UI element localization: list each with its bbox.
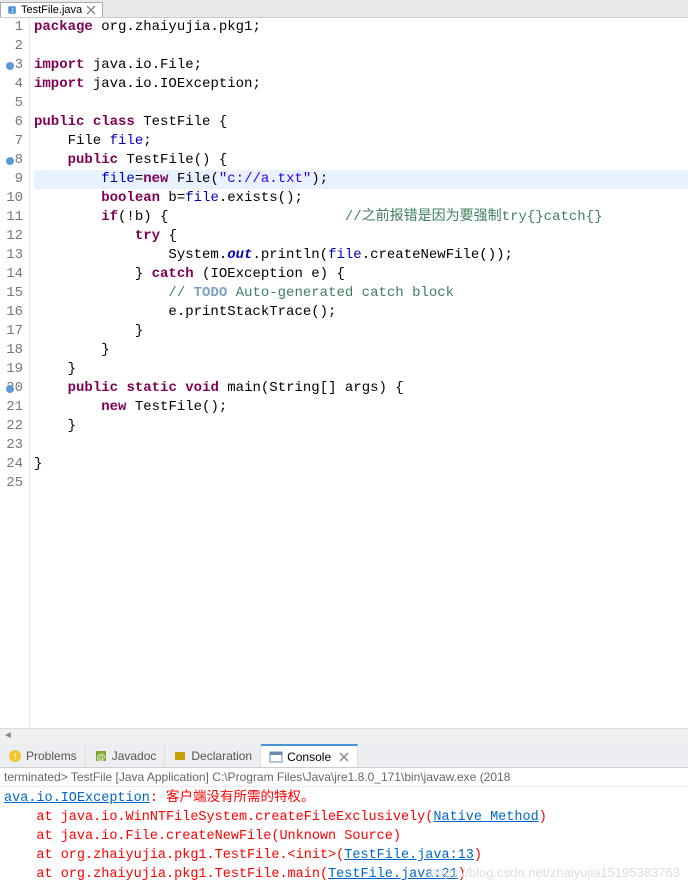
code-line[interactable]: try { xyxy=(34,227,688,246)
line-number: 23 xyxy=(0,436,23,455)
tab-title: TestFile.java xyxy=(21,4,82,16)
declaration-icon xyxy=(173,749,187,763)
line-number: 24 xyxy=(0,455,23,474)
code-line[interactable]: // TODO Auto-generated catch block xyxy=(34,284,688,303)
gutter-annotation xyxy=(6,62,14,70)
code-line[interactable] xyxy=(34,474,688,493)
code-line[interactable]: public static void main(String[] args) { xyxy=(34,379,688,398)
line-number: 14 xyxy=(0,265,23,284)
code-line[interactable]: if(!b) { //之前报错是因为要强制try{}catch{} xyxy=(34,208,688,227)
code-line[interactable] xyxy=(34,37,688,56)
line-number: 5 xyxy=(0,94,23,113)
code-line[interactable]: } xyxy=(34,360,688,379)
tab-declaration[interactable]: Declaration xyxy=(165,744,261,767)
line-number: 15 xyxy=(0,284,23,303)
console-line: at java.io.WinNTFileSystem.createFileExc… xyxy=(4,808,684,827)
line-number: 19 xyxy=(0,360,23,379)
line-number: 4 xyxy=(0,75,23,94)
line-number: 2 xyxy=(0,37,23,56)
code-line[interactable]: file=new File("c://a.txt"); xyxy=(34,170,688,189)
code-line[interactable]: import java.io.File; xyxy=(34,56,688,75)
code-area[interactable]: package org.zhaiyujia.pkg1; import java.i… xyxy=(30,18,688,728)
line-number: 16 xyxy=(0,303,23,322)
code-line[interactable]: } xyxy=(34,455,688,474)
scroll-left-icon[interactable]: ◄ xyxy=(0,729,16,745)
tab-javadoc[interactable]: @ Javadoc xyxy=(86,744,166,767)
line-number: 22 xyxy=(0,417,23,436)
file-tab[interactable]: J TestFile.java xyxy=(0,2,103,17)
console-output[interactable]: ava.io.IOException: 客户端没有所需的特权。 at java.… xyxy=(0,787,688,886)
java-file-icon: J xyxy=(7,5,17,15)
stack-trace-link[interactable]: TestFile.java:13 xyxy=(344,848,474,863)
watermark: https://blog.csdn.net/zhaiyujia151953837… xyxy=(430,863,680,882)
line-gutter: 1234567891011121314151617181920212223242… xyxy=(0,18,30,728)
code-editor[interactable]: 1234567891011121314151617181920212223242… xyxy=(0,18,688,728)
code-line[interactable]: File file; xyxy=(34,132,688,151)
code-line[interactable]: import java.io.IOException; xyxy=(34,75,688,94)
line-number: 7 xyxy=(0,132,23,151)
svg-text:@: @ xyxy=(96,752,105,762)
tab-problems[interactable]: ! Problems xyxy=(0,744,86,767)
line-number: 1 xyxy=(0,18,23,37)
line-number: 9 xyxy=(0,170,23,189)
code-line[interactable]: e.printStackTrace(); xyxy=(34,303,688,322)
line-number: 10 xyxy=(0,189,23,208)
line-number: 18 xyxy=(0,341,23,360)
line-number: 17 xyxy=(0,322,23,341)
gutter-annotation xyxy=(6,157,14,165)
console-header: terminated> TestFile [Java Application] … xyxy=(0,768,688,787)
tab-console[interactable]: Console xyxy=(261,744,358,767)
line-number: 13 xyxy=(0,246,23,265)
code-line[interactable]: } xyxy=(34,322,688,341)
bottom-panel-tabs: ! Problems @ Javadoc Declaration Console xyxy=(0,744,688,768)
gutter-annotation xyxy=(6,385,14,393)
code-line[interactable]: boolean b=file.exists(); xyxy=(34,189,688,208)
code-line[interactable]: public TestFile() { xyxy=(34,151,688,170)
problems-icon: ! xyxy=(8,749,22,763)
console-line: ava.io.IOException: 客户端没有所需的特权。 xyxy=(4,789,684,808)
code-line[interactable]: } catch (IOException e) { xyxy=(34,265,688,284)
svg-text:J: J xyxy=(10,8,13,15)
svg-text:!: ! xyxy=(14,752,17,763)
code-line[interactable] xyxy=(34,94,688,113)
code-line[interactable] xyxy=(34,436,688,455)
console-icon xyxy=(269,750,283,764)
close-icon[interactable] xyxy=(339,752,349,762)
code-line[interactable]: public class TestFile { xyxy=(34,113,688,132)
code-line[interactable]: } xyxy=(34,417,688,436)
code-line[interactable]: new TestFile(); xyxy=(34,398,688,417)
stack-trace-link[interactable]: ava.io.IOException xyxy=(4,791,150,806)
close-icon[interactable] xyxy=(86,5,96,15)
line-number: 21 xyxy=(0,398,23,417)
horizontal-scrollbar[interactable]: ◄ xyxy=(0,728,688,744)
code-line[interactable]: package org.zhaiyujia.pkg1; xyxy=(34,18,688,37)
stack-trace-link[interactable]: Native Method xyxy=(433,810,538,825)
line-number: 12 xyxy=(0,227,23,246)
console-line: at java.io.File.createNewFile(Unknown So… xyxy=(4,827,684,846)
editor-tab-bar: J TestFile.java xyxy=(0,0,688,18)
line-number: 25 xyxy=(0,474,23,493)
code-line[interactable]: } xyxy=(34,341,688,360)
line-number: 6 xyxy=(0,113,23,132)
code-line[interactable]: System.out.println(file.createNewFile())… xyxy=(34,246,688,265)
line-number: 11 xyxy=(0,208,23,227)
javadoc-icon: @ xyxy=(94,749,108,763)
